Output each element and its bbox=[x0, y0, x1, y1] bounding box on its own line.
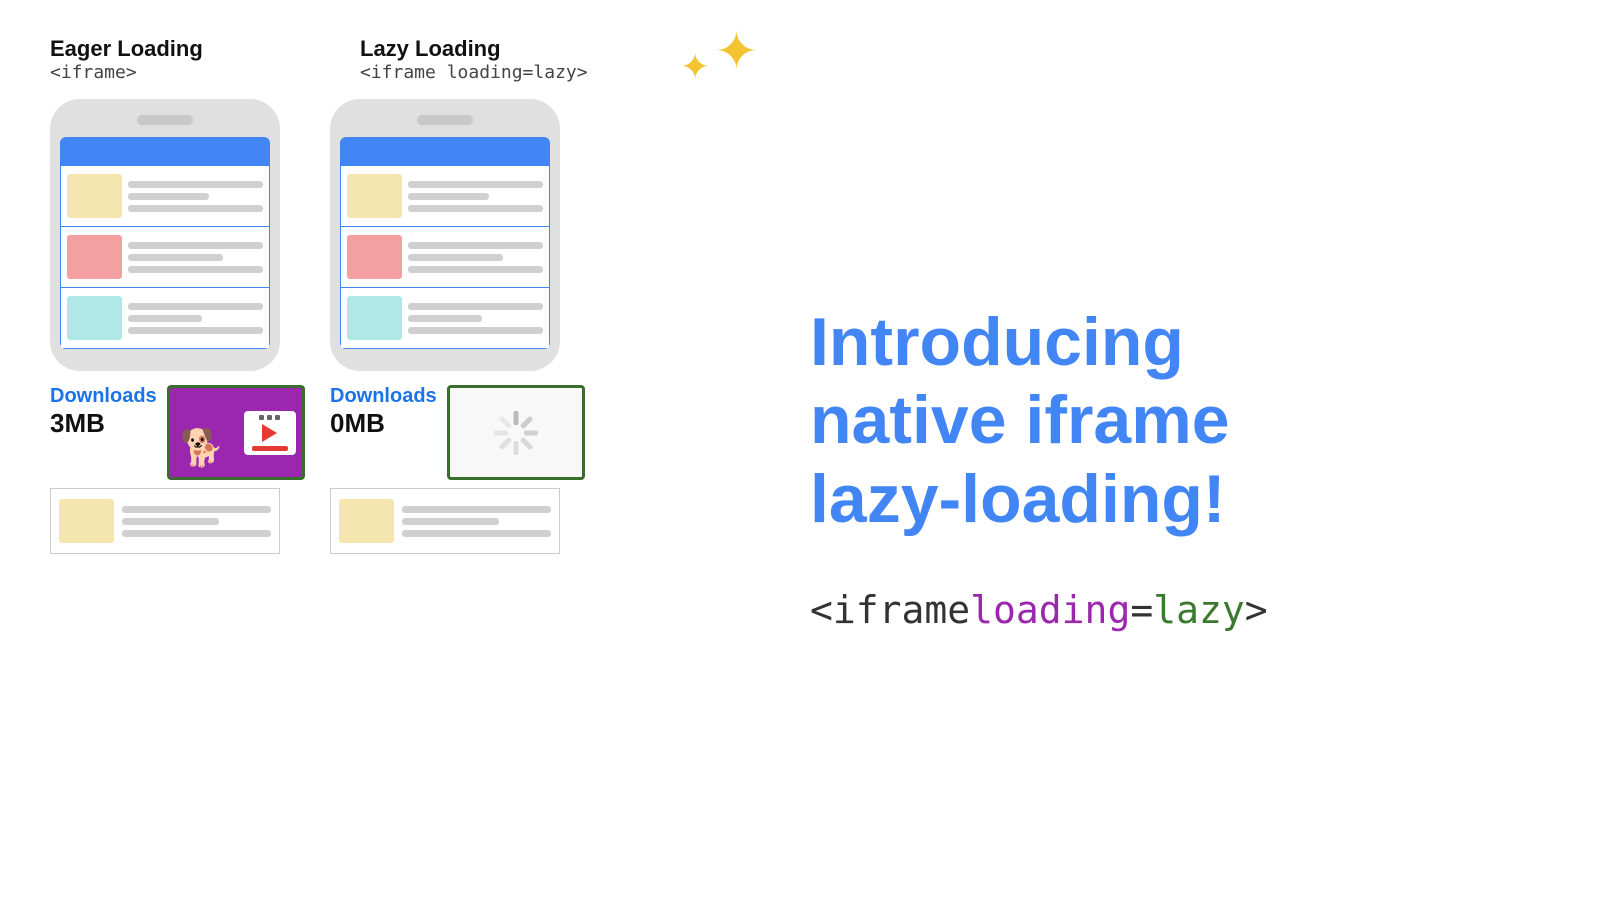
phones-row: Downloads 3MB 🐕 bbox=[50, 99, 750, 554]
line-8 bbox=[128, 315, 202, 322]
line-6 bbox=[128, 266, 263, 273]
line-3 bbox=[128, 205, 263, 212]
intro-title: Introducing native iframe lazy-loading! bbox=[810, 303, 1550, 538]
lazy-code: <iframe loading=lazy> bbox=[360, 62, 620, 83]
sparkle-decoration: ✦ ✦ bbox=[670, 26, 758, 78]
eager-phone: Downloads 3MB 🐕 bbox=[50, 99, 280, 554]
eager-code: <iframe> bbox=[50, 62, 310, 83]
code-iframe-word: iframe bbox=[833, 588, 970, 632]
lazy-title: Lazy Loading bbox=[360, 36, 620, 62]
phone-screen-lazy bbox=[340, 137, 550, 349]
line-7 bbox=[128, 303, 263, 310]
phone-header-blue bbox=[60, 137, 270, 165]
lazy-phone: Downloads 0MB bbox=[330, 99, 560, 554]
lazy-downloads-size: 0MB bbox=[330, 408, 437, 439]
code-loading-word: loading bbox=[970, 588, 1130, 632]
code-bracket-open: < bbox=[810, 588, 833, 632]
iframe-preview-lazy bbox=[447, 385, 585, 480]
dog-figure: 🐕 bbox=[180, 427, 225, 469]
eager-downloads-label: Downloads bbox=[50, 385, 157, 408]
below-thumb-yellow bbox=[59, 499, 114, 543]
line-2 bbox=[128, 193, 209, 200]
phone-mockup-eager bbox=[50, 99, 280, 371]
line-4 bbox=[128, 242, 263, 249]
phone-screen-eager bbox=[60, 137, 270, 349]
thumb-yellow-1 bbox=[67, 174, 122, 218]
code-equals-sign: = bbox=[1130, 588, 1153, 632]
right-section: ✦ ✦ Introducing native iframe lazy-loadi… bbox=[750, 36, 1550, 899]
thumb-pink-1 bbox=[67, 235, 122, 279]
eager-downloads-size: 3MB bbox=[50, 408, 157, 439]
lazy-downloads-label: Downloads bbox=[330, 385, 437, 408]
phone-header-blue-lazy bbox=[340, 137, 550, 165]
spinner-icon bbox=[492, 409, 540, 457]
code-bracket-close: > bbox=[1245, 588, 1268, 632]
labels-row: Eager Loading <iframe> Lazy Loading <ifr… bbox=[50, 36, 750, 83]
below-phone-lazy bbox=[330, 488, 560, 554]
line-1 bbox=[128, 181, 263, 188]
eager-title: Eager Loading bbox=[50, 36, 310, 62]
below-phone-eager bbox=[50, 488, 280, 554]
code-lazy-word: lazy bbox=[1153, 588, 1245, 632]
line-5 bbox=[128, 254, 223, 261]
iframe-preview-eager: 🐕 bbox=[167, 385, 305, 480]
phone-notch-lazy bbox=[417, 115, 473, 125]
thumb-cyan-1 bbox=[67, 296, 122, 340]
video-box bbox=[244, 411, 296, 455]
phone-mockup-lazy bbox=[330, 99, 560, 371]
phone-notch bbox=[137, 115, 193, 125]
line-9 bbox=[128, 327, 263, 334]
code-snippet: < iframe loading = lazy > bbox=[810, 588, 1550, 632]
